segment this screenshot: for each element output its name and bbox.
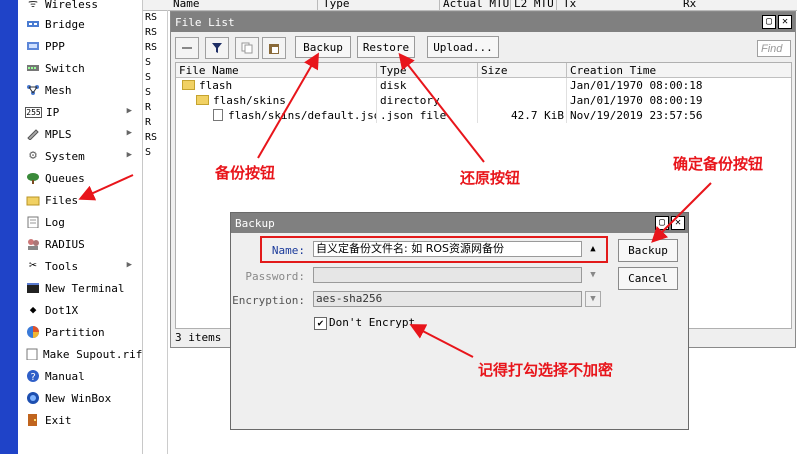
arrow-to-restore: [398, 52, 485, 163]
arrow-to-files: [78, 174, 134, 201]
annotation-arrows: [78, 52, 712, 358]
arrow-to-confirm-backup: [651, 182, 712, 243]
arrow-to-backup: [257, 52, 320, 159]
arrow-to-dont-encrypt: [409, 324, 474, 358]
annotation-restore-button: 还原按钮: [460, 169, 521, 187]
annotation-dont-encrypt-note: 记得打勾选择不加密: [478, 361, 614, 379]
annotation-confirm-backup-button: 确定备份按钮: [673, 155, 764, 173]
annotation-backup-button: 备份按钮: [215, 164, 276, 182]
